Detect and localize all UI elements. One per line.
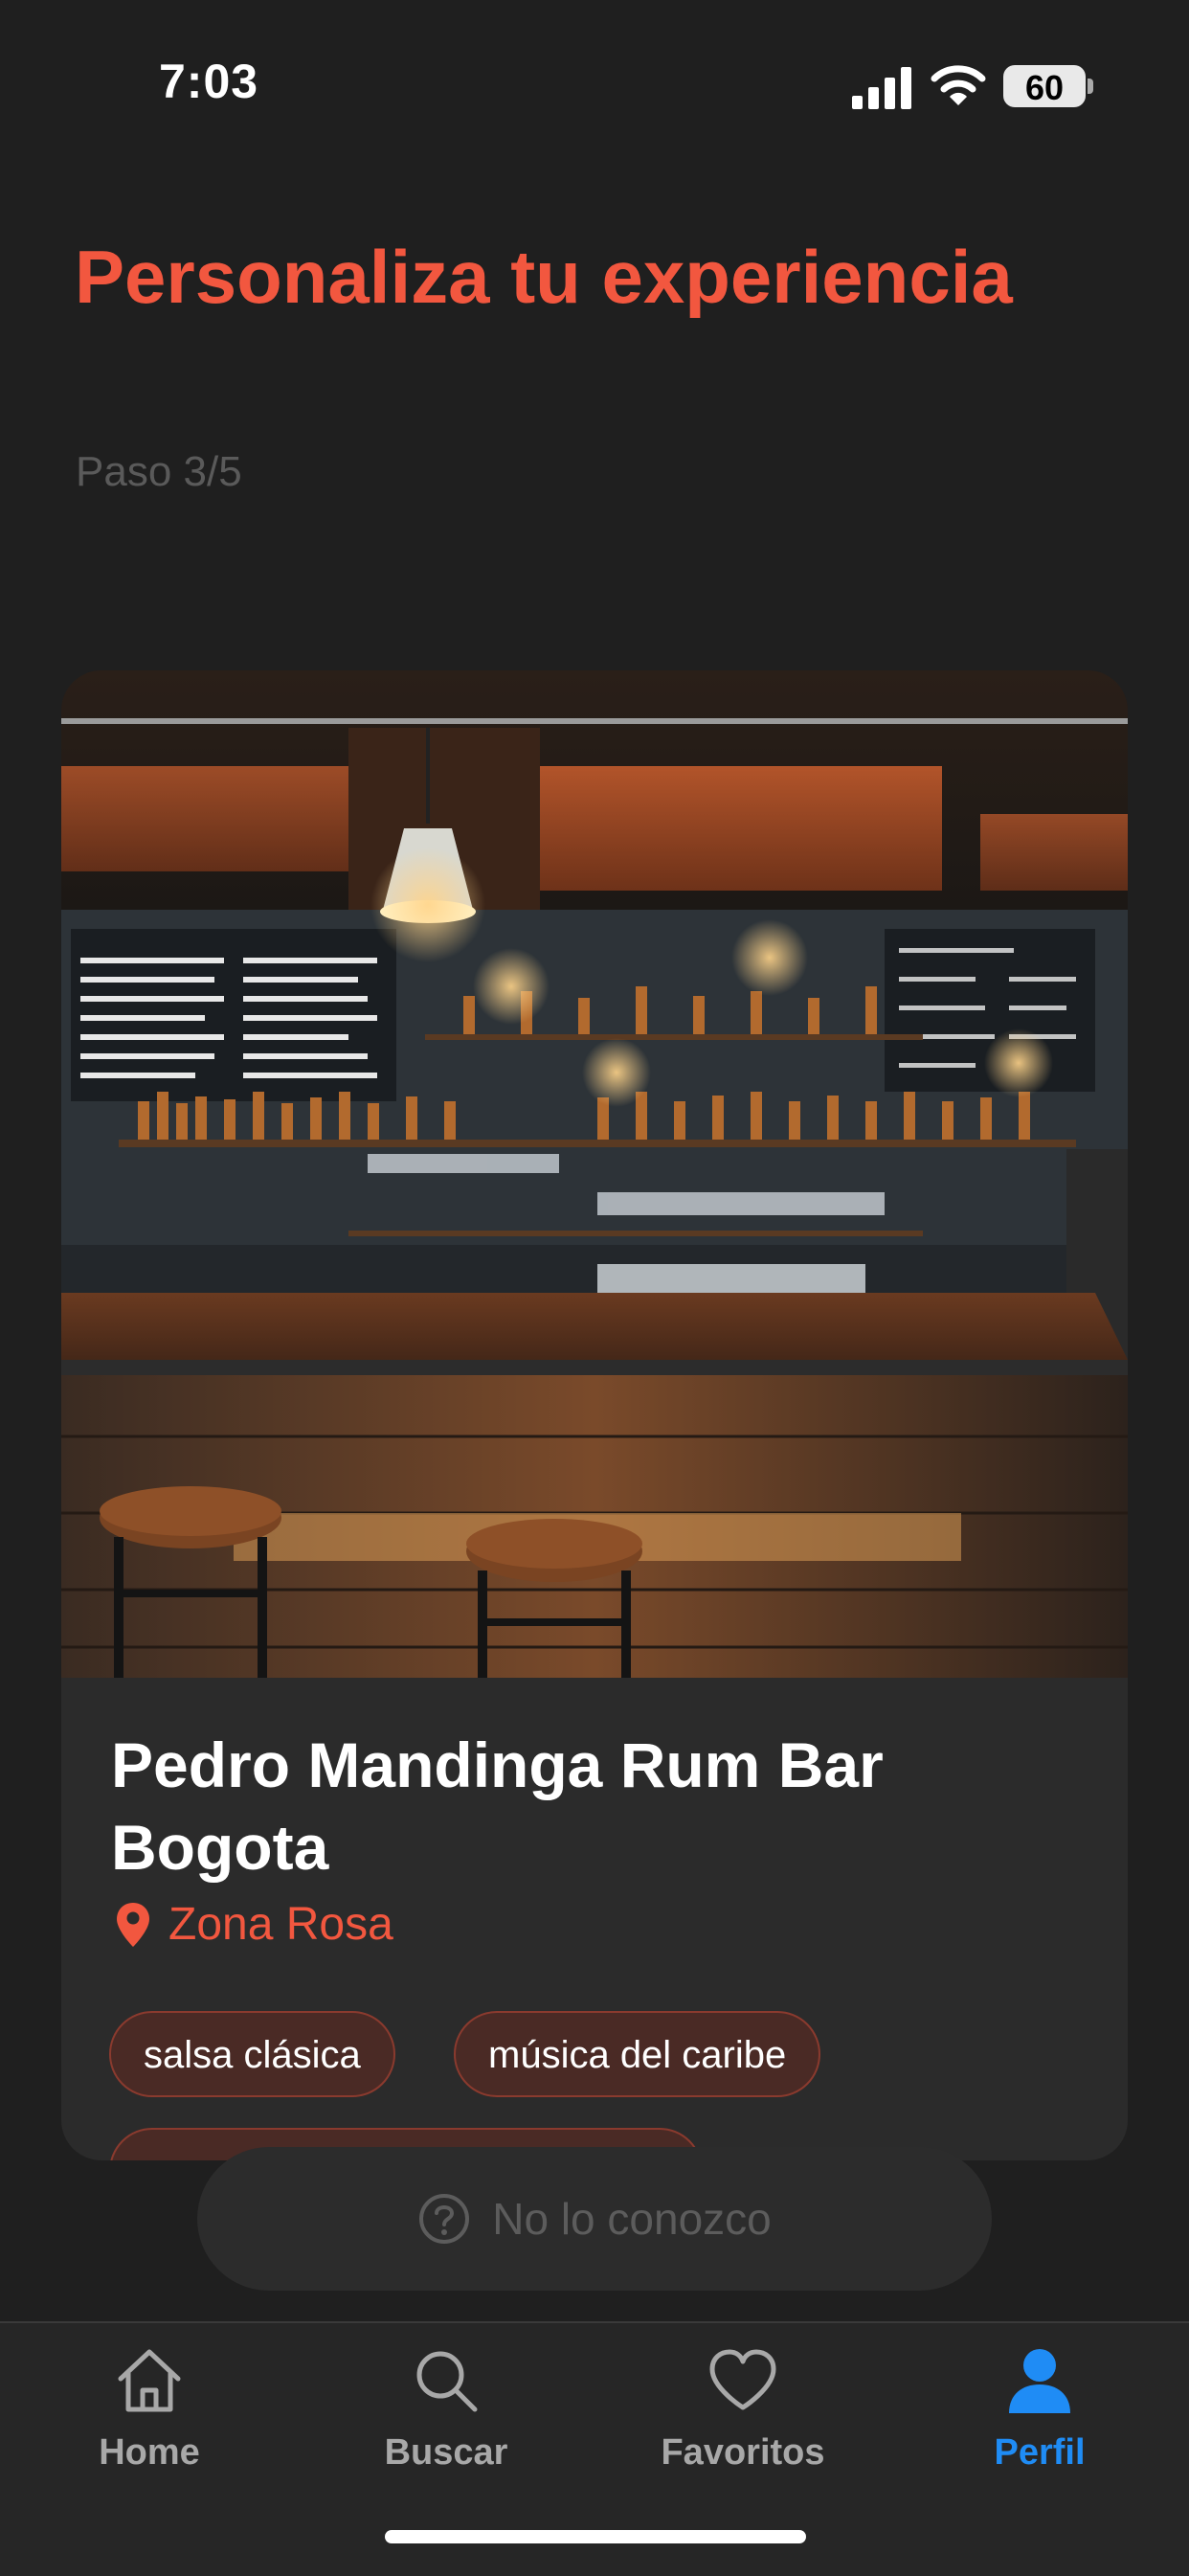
status-time: 7:03 — [159, 55, 259, 108]
step-indicator: Paso 3/5 — [76, 448, 242, 495]
location-pin-icon — [117, 1902, 149, 1947]
person-icon — [1009, 2349, 1070, 2413]
wifi-icon — [931, 65, 986, 105]
tab-profile[interactable]: Perfil — [934, 2342, 1145, 2486]
home-indicator — [385, 2530, 806, 2543]
venue-location: Zona Rosa — [115, 1898, 393, 1951]
location-label: Zona Rosa — [168, 1899, 393, 1950]
unknown-venue-label: No lo conozco — [492, 2194, 772, 2244]
tab-profile-label: Perfil — [994, 2432, 1086, 2473]
home-icon — [118, 2349, 181, 2412]
tab-favorites[interactable]: Favoritos — [638, 2342, 848, 2486]
tab-home[interactable]: Home — [44, 2342, 255, 2486]
tab-search[interactable]: Buscar — [341, 2342, 551, 2486]
question-circle-icon — [419, 2194, 470, 2244]
venue-photo — [61, 670, 1128, 1678]
venue-name: Pedro Mandinga Rum Bar Bogota — [111, 1729, 884, 1883]
unknown-venue-button[interactable]: No lo conozco — [197, 2147, 992, 2291]
tag-chip: salsa clásica — [109, 2011, 395, 2097]
heart-icon — [709, 2349, 776, 2410]
tab-favorites-label: Favoritos — [661, 2432, 825, 2473]
tab-home-label: Home — [99, 2432, 200, 2473]
battery-level: 60 — [1024, 68, 1065, 107]
cellular-signal-icon — [852, 67, 911, 109]
search-icon — [416, 2351, 478, 2412]
venue-card[interactable]: Pedro Mandinga Rum Bar Bogota Zona Rosa … — [61, 670, 1128, 2160]
status-bar: 7:03 60 — [0, 0, 1189, 172]
battery-indicator: 60 — [1003, 65, 1086, 107]
battery-tip — [1088, 79, 1093, 94]
page-title: Personaliza tu experiencia — [75, 235, 1013, 319]
tag-chip: música del caribe — [454, 2011, 821, 2097]
tab-search-label: Buscar — [384, 2432, 508, 2473]
